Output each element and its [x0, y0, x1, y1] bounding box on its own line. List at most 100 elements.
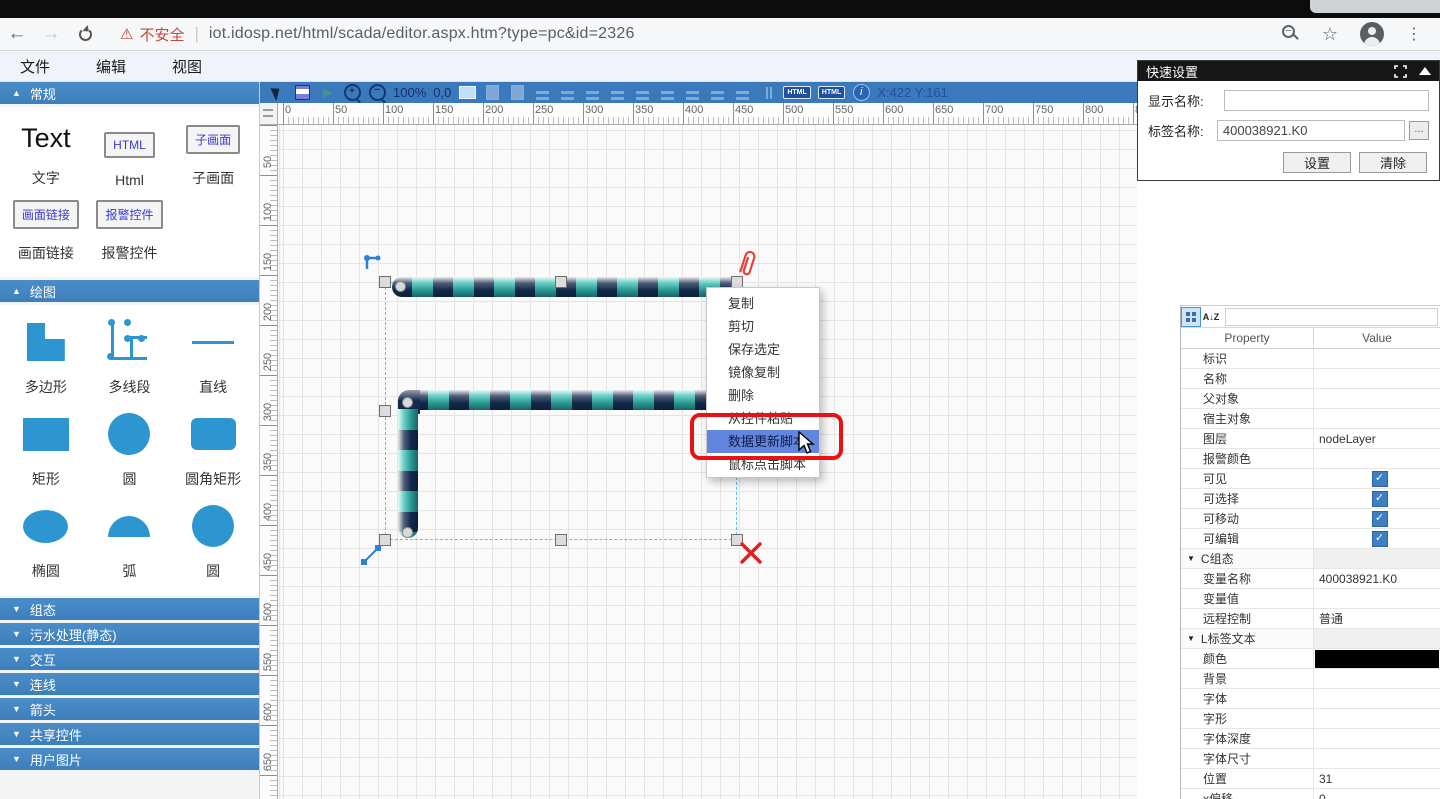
browser-tab[interactable]: [1310, 0, 1440, 13]
palette-item-demo[interactable]: 子画面: [186, 125, 240, 154]
property-row[interactable]: 父对象: [1181, 389, 1440, 409]
dock-icon[interactable]: [1394, 65, 1407, 78]
pipe-shape-top[interactable]: [392, 277, 742, 297]
property-filter-box[interactable]: [1225, 308, 1438, 326]
clear-button[interactable]: 清除: [1359, 152, 1427, 173]
property-value[interactable]: [1314, 749, 1440, 768]
property-value[interactable]: [1314, 729, 1440, 748]
resize-handle-top-middle[interactable]: [555, 276, 567, 288]
property-value[interactable]: [1314, 449, 1440, 468]
context-menu-item[interactable]: 保存选定: [707, 338, 819, 361]
property-row[interactable]: 颜色: [1181, 649, 1440, 669]
value-column-header[interactable]: Value: [1314, 328, 1440, 348]
shape-palette-item[interactable]: 直线: [171, 315, 255, 397]
property-value[interactable]: 普通: [1314, 609, 1440, 628]
html-preview-button[interactable]: HTML: [818, 86, 845, 99]
pipe-elbow-node[interactable]: [402, 397, 413, 408]
property-value[interactable]: [1314, 549, 1440, 568]
property-row[interactable]: 标识: [1181, 349, 1440, 369]
property-value[interactable]: [1314, 469, 1440, 488]
save-button[interactable]: [293, 84, 311, 102]
palette-item[interactable]: 报警控件 报警控件: [88, 194, 172, 263]
palette-item[interactable]: HTML Html: [88, 117, 172, 188]
browser-zoom-icon[interactable]: −: [1282, 25, 1300, 43]
property-row[interactable]: x偏移 0: [1181, 789, 1440, 799]
paste-special-button[interactable]: [508, 84, 526, 102]
reload-icon[interactable]: [68, 28, 102, 41]
bookmark-star-icon[interactable]: ☆: [1322, 24, 1338, 45]
collapsed-section-header[interactable]: ▼ 用户图片: [0, 748, 259, 770]
screen-button[interactable]: [458, 84, 476, 102]
resize-handle-top-left[interactable]: [379, 276, 391, 288]
html-source-button[interactable]: HTML: [783, 86, 810, 99]
property-row[interactable]: 图层 nodeLayer: [1181, 429, 1440, 449]
property-value[interactable]: [1314, 409, 1440, 428]
resize-handle-bottom-middle[interactable]: [555, 534, 567, 546]
property-row[interactable]: 变量值: [1181, 589, 1440, 609]
property-row[interactable]: C组态: [1181, 549, 1440, 569]
tag-name-input[interactable]: [1217, 120, 1405, 141]
property-row[interactable]: 字体: [1181, 689, 1440, 709]
collapsed-section-header[interactable]: ▼ 交互: [0, 648, 259, 670]
context-menu-item[interactable]: 剪切: [707, 315, 819, 338]
property-column-header[interactable]: Property: [1181, 328, 1314, 348]
palette-item-demo[interactable]: 画面链接: [13, 200, 79, 229]
paperclip-icon[interactable]: [734, 247, 760, 281]
section-header-drawing[interactable]: ▲ 绘图: [0, 280, 259, 302]
property-value[interactable]: [1314, 589, 1440, 608]
property-value[interactable]: 31: [1314, 769, 1440, 788]
run-button[interactable]: [318, 84, 336, 102]
info-button[interactable]: [852, 84, 870, 102]
property-value[interactable]: [1314, 349, 1440, 368]
align-top-button[interactable]: [608, 84, 626, 102]
property-value[interactable]: [1314, 649, 1440, 668]
pipe-shape-horizontal[interactable]: [408, 390, 748, 410]
property-row[interactable]: 字体深度: [1181, 729, 1440, 749]
property-value[interactable]: 0: [1314, 789, 1440, 799]
property-value[interactable]: [1314, 669, 1440, 688]
same-width-button[interactable]: [708, 84, 726, 102]
sort-az-icon[interactable]: A↓Z: [1201, 307, 1221, 327]
property-value[interactable]: [1314, 629, 1440, 648]
collapsed-section-header[interactable]: ▼ 箭头: [0, 698, 259, 720]
palette-item-demo[interactable]: HTML: [104, 132, 155, 158]
back-icon[interactable]: ←: [0, 23, 34, 45]
shape-palette-item[interactable]: 椭圆: [4, 499, 88, 581]
menu-view[interactable]: 视图: [160, 56, 214, 77]
set-button[interactable]: 设置: [1283, 152, 1351, 173]
resize-handle-middle-left[interactable]: [379, 405, 391, 417]
shape-palette-item[interactable]: 圆: [171, 499, 255, 581]
pipe-endpoint-node[interactable]: [395, 281, 406, 292]
context-menu-item[interactable]: 复制: [707, 292, 819, 315]
context-menu-item[interactable]: 删除: [707, 384, 819, 407]
shape-palette-item[interactable]: 圆角矩形: [171, 407, 255, 489]
property-row[interactable]: 名称: [1181, 369, 1440, 389]
property-row[interactable]: 变量名称 400038921.K0: [1181, 569, 1440, 589]
distribute-h-button[interactable]: [683, 84, 701, 102]
property-row[interactable]: 位置 31: [1181, 769, 1440, 789]
browser-menu-icon[interactable]: ⋮: [1406, 24, 1422, 44]
property-value[interactable]: [1314, 689, 1440, 708]
shape-palette-item[interactable]: 矩形: [4, 407, 88, 489]
profile-avatar-icon[interactable]: [1360, 22, 1384, 46]
context-menu-item[interactable]: 镜像复制: [707, 361, 819, 384]
align-right-button[interactable]: [583, 84, 601, 102]
collapsed-section-header[interactable]: ▼ 污水处理(静态): [0, 623, 259, 645]
design-canvas[interactable]: 复制剪切保存选定镜像复制删除从控件粘贴数据更新脚本鼠标点击脚本: [278, 125, 1137, 799]
property-value[interactable]: [1314, 489, 1440, 508]
property-row[interactable]: 背景: [1181, 669, 1440, 689]
zoom-in-button[interactable]: [343, 84, 361, 102]
property-value[interactable]: [1314, 389, 1440, 408]
palette-item[interactable]: 画面链接 画面链接: [4, 194, 88, 263]
categorized-view-icon[interactable]: [1181, 307, 1201, 327]
collapsed-section-header[interactable]: ▼ 连线: [0, 673, 259, 695]
property-row[interactable]: 远程控制 普通: [1181, 609, 1440, 629]
shape-palette-item[interactable]: 多线段: [88, 315, 172, 397]
pipe-endpoint-node[interactable]: [402, 527, 413, 538]
shape-palette-item[interactable]: 弧: [88, 499, 172, 581]
property-value[interactable]: nodeLayer: [1314, 429, 1440, 448]
align-bottom-button[interactable]: [658, 84, 676, 102]
property-value[interactable]: 400038921.K0: [1314, 569, 1440, 588]
collapsed-section-header[interactable]: ▼ 组态: [0, 598, 259, 620]
paste-button[interactable]: [483, 84, 501, 102]
